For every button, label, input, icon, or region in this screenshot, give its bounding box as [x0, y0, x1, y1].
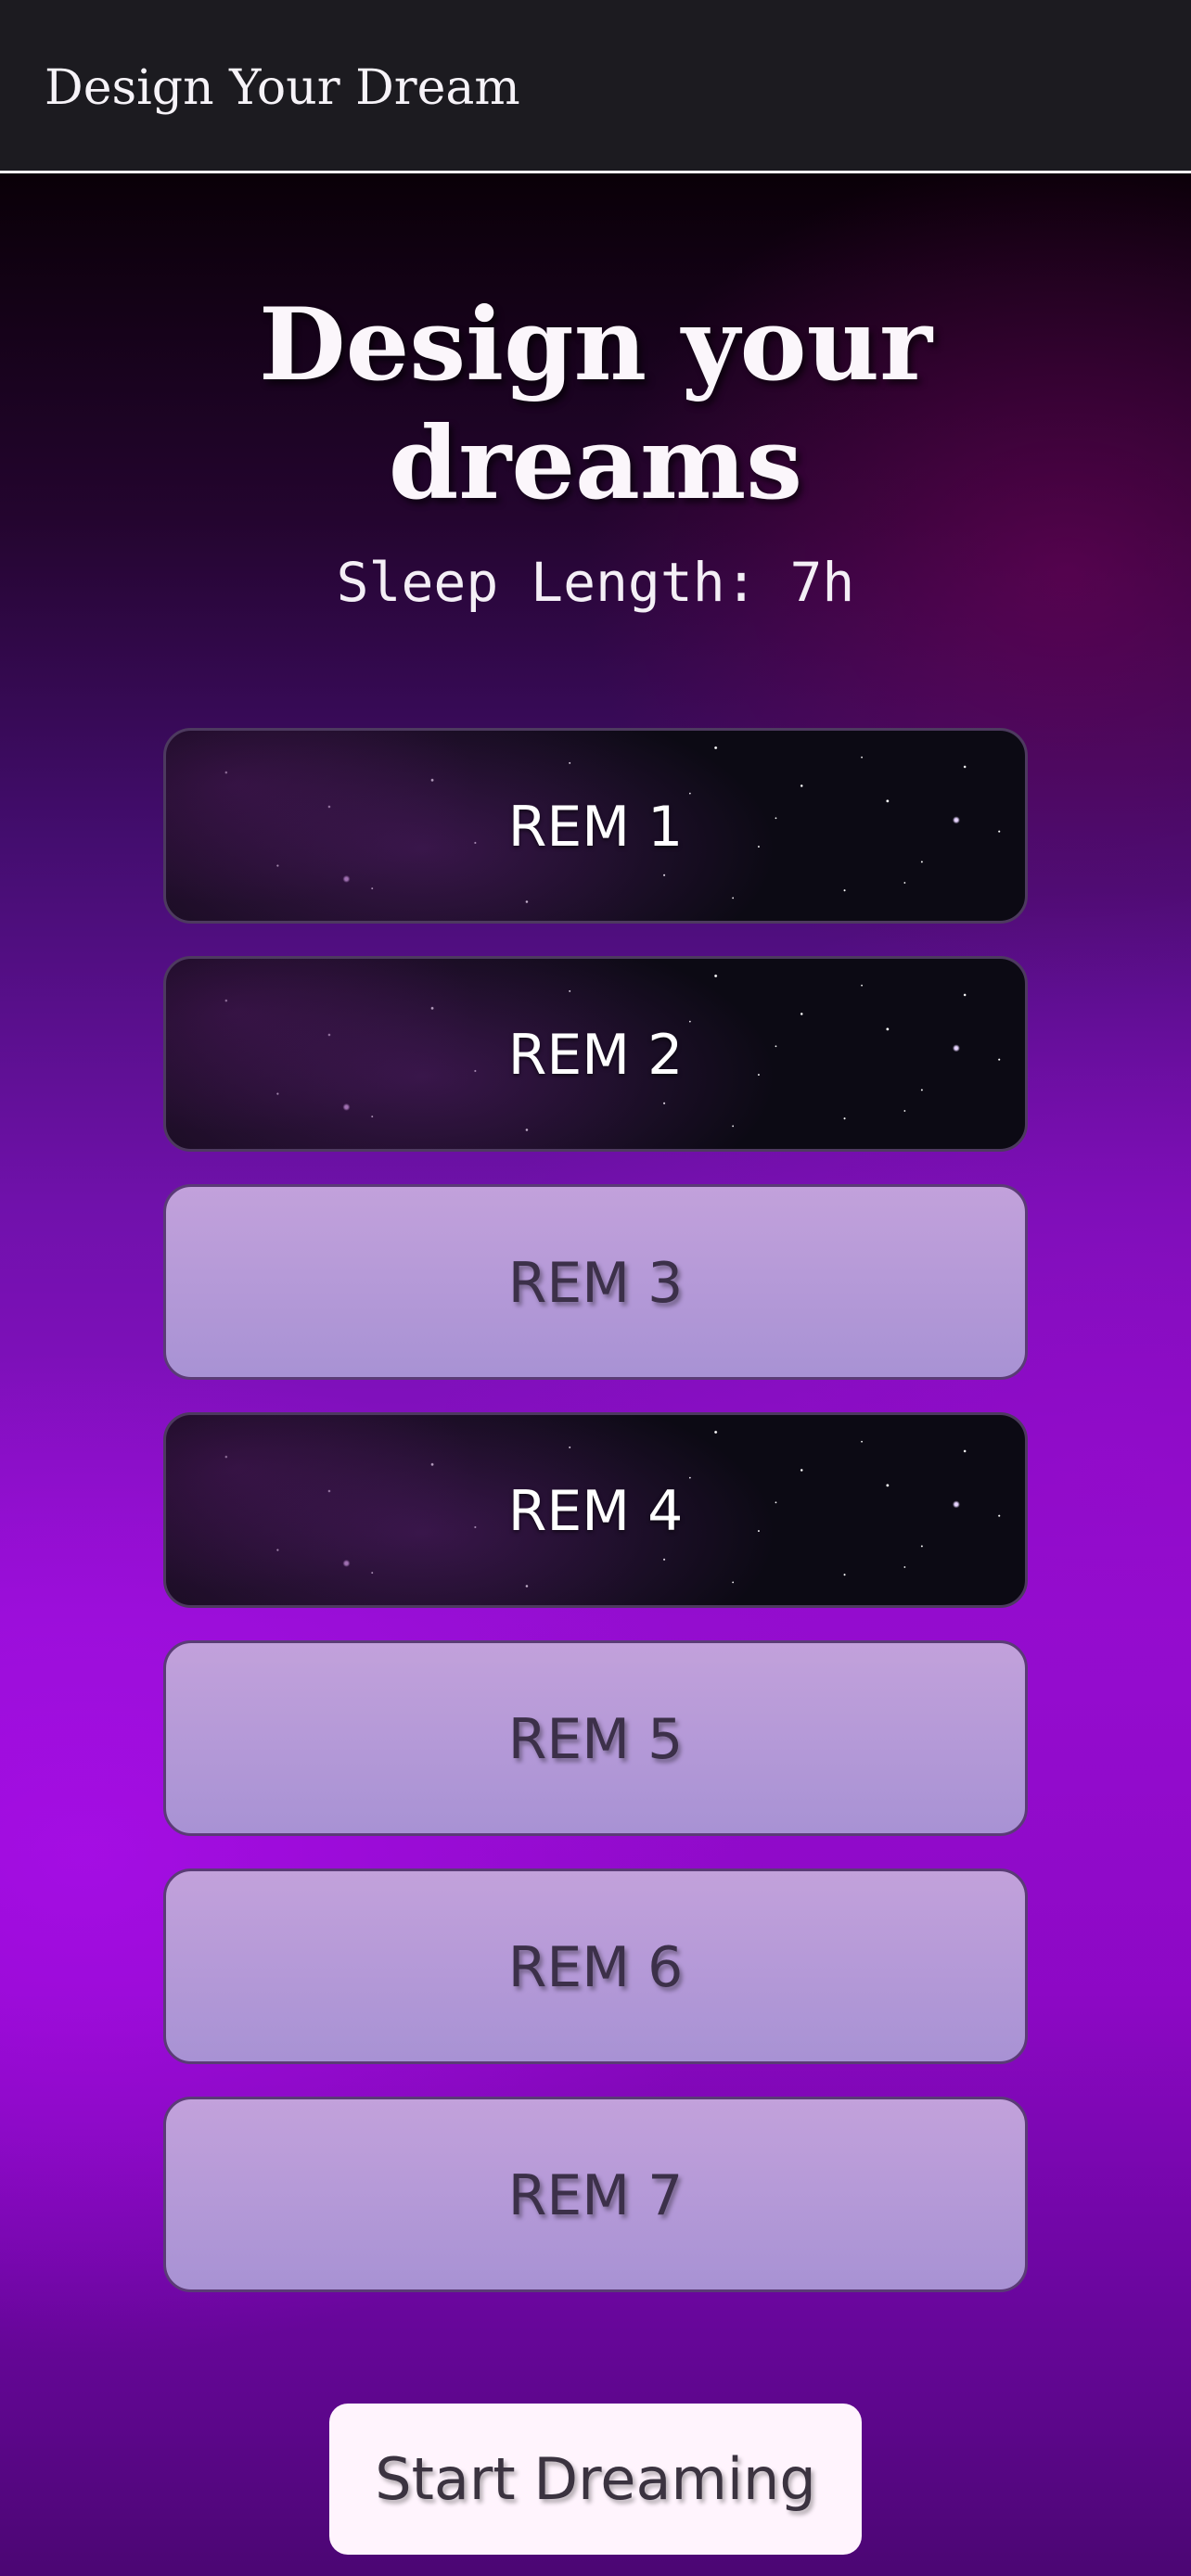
start-dreaming-button[interactable]: Start Dreaming	[329, 2404, 862, 2555]
rem-card-label: REM 5	[507, 1707, 684, 1772]
rem-card-label: REM 2	[507, 1023, 684, 1088]
app-title: Design Your Dream	[45, 60, 520, 116]
rem-card-label: REM 1	[507, 795, 684, 860]
rem-card-label: REM 4	[507, 1479, 684, 1544]
rem-card-label: REM 6	[507, 1935, 684, 2000]
rem-card-label: REM 7	[507, 2163, 684, 2228]
rem-card-label: REM 3	[507, 1251, 684, 1316]
rem-card-1[interactable]: REM 1	[163, 728, 1028, 924]
page-title: Design your dreams	[258, 287, 933, 522]
rem-card-2[interactable]: REM 2	[163, 956, 1028, 1152]
rem-card-3[interactable]: REM 3	[163, 1184, 1028, 1380]
rem-card-6[interactable]: REM 6	[163, 1868, 1028, 2064]
rem-card-7[interactable]: REM 7	[163, 2097, 1028, 2292]
sleep-length-label: Sleep Length: 7h	[336, 551, 855, 614]
app-header: Design Your Dream	[0, 0, 1191, 173]
rem-card-4[interactable]: REM 4	[163, 1412, 1028, 1608]
rem-phase-list: REM 1 REM 2 REM 3 REM 4 REM 5 REM 6 REM …	[163, 728, 1028, 2325]
rem-card-5[interactable]: REM 5	[163, 1640, 1028, 1836]
